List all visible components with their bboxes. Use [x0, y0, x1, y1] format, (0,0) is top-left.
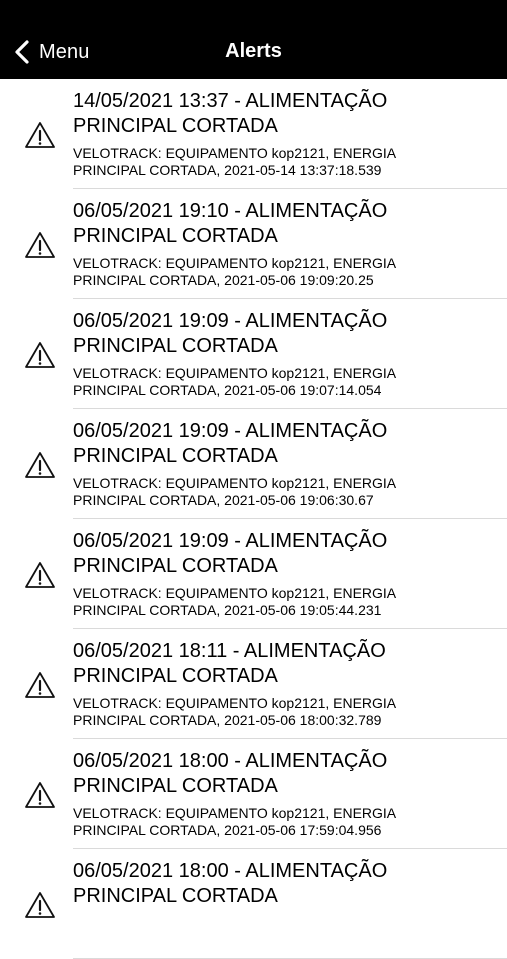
- alert-description-line: VELOTRACK: EQUIPAMENTO kop2121, ENERGIA: [73, 805, 397, 821]
- alert-title-line: 06/05/2021 19:09 - ALIMENTAÇÃO: [73, 420, 388, 442]
- alert-text: 06/05/2021 19:09 - ALIMENTAÇÃO PRINCIPAL…: [73, 419, 491, 509]
- alert-title: 06/05/2021 19:09 - ALIMENTAÇÃO PRINCIPAL…: [73, 309, 491, 359]
- alert-description-line: VELOTRACK: EQUIPAMENTO kop2121, ENERGIA: [73, 695, 397, 711]
- alert-description-line: PRINCIPAL CORTADA, 2021-05-06 17:59:04.9…: [73, 822, 382, 838]
- alert-text: 06/05/2021 18:11 - ALIMENTAÇÃO PRINCIPAL…: [73, 639, 491, 729]
- alert-title: 06/05/2021 18:11 - ALIMENTAÇÃO PRINCIPAL…: [73, 639, 491, 689]
- alert-title-line: PRINCIPAL CORTADA: [73, 885, 278, 907]
- alert-title: 06/05/2021 19:09 - ALIMENTAÇÃO PRINCIPAL…: [73, 419, 491, 469]
- alert-title: 06/05/2021 18:00 - ALIMENTAÇÃO PRINCIPAL…: [73, 749, 491, 799]
- chevron-left-icon: [15, 40, 29, 64]
- alert-description-line: PRINCIPAL CORTADA, 2021-05-14 13:37:18.5…: [73, 162, 382, 178]
- alert-row[interactable]: 06/05/2021 18:11 - ALIMENTAÇÃO PRINCIPAL…: [0, 629, 507, 739]
- alert-row[interactable]: 06/05/2021 18:00 - ALIMENTAÇÃO PRINCIPAL…: [0, 739, 507, 849]
- nav-bar: Menu Alerts: [0, 0, 507, 79]
- alert-title-line: PRINCIPAL CORTADA: [73, 115, 278, 137]
- alert-title: 06/05/2021 18:00 - ALIMENTAÇÃO PRINCIPAL…: [73, 859, 491, 909]
- alert-description-line: PRINCIPAL CORTADA, 2021-05-06 18:00:32.7…: [73, 712, 382, 728]
- alert-title-line: 06/05/2021 18:00 - ALIMENTAÇÃO: [73, 860, 388, 882]
- alert-title: 14/05/2021 13:37 - ALIMENTAÇÃO PRINCIPAL…: [73, 89, 491, 139]
- alert-description: VELOTRACK: EQUIPAMENTO kop2121, ENERGIA …: [73, 475, 491, 509]
- alert-description: VELOTRACK: EQUIPAMENTO kop2121, ENERGIA …: [73, 145, 491, 179]
- alert-title-line: PRINCIPAL CORTADA: [73, 225, 278, 247]
- alert-row[interactable]: 06/05/2021 19:10 - ALIMENTAÇÃO PRINCIPAL…: [0, 189, 507, 299]
- alert-description: VELOTRACK: EQUIPAMENTO kop2121, ENERGIA …: [73, 805, 491, 839]
- warning-triangle-icon: [25, 232, 55, 258]
- alert-row[interactable]: 06/05/2021 19:09 - ALIMENTAÇÃO PRINCIPAL…: [0, 299, 507, 409]
- alert-text: 06/05/2021 19:09 - ALIMENTAÇÃO PRINCIPAL…: [73, 309, 491, 399]
- alert-title: 06/05/2021 19:10 - ALIMENTAÇÃO PRINCIPAL…: [73, 199, 491, 249]
- alert-title-line: 06/05/2021 19:09 - ALIMENTAÇÃO: [73, 310, 388, 332]
- alert-title-line: 14/05/2021 13:37 - ALIMENTAÇÃO: [73, 90, 388, 112]
- alert-title-line: 06/05/2021 18:11 - ALIMENTAÇÃO: [73, 640, 386, 662]
- back-button[interactable]: Menu: [12, 34, 89, 70]
- alert-list: 14/05/2021 13:37 - ALIMENTAÇÃO PRINCIPAL…: [0, 79, 507, 959]
- alert-description-line: VELOTRACK: EQUIPAMENTO kop2121, ENERGIA: [73, 255, 397, 271]
- alert-description-line: PRINCIPAL CORTADA, 2021-05-06 19:07:14.0…: [73, 382, 382, 398]
- alert-description-line: VELOTRACK: EQUIPAMENTO kop2121, ENERGIA: [73, 585, 397, 601]
- alert-description-line: VELOTRACK: EQUIPAMENTO kop2121, ENERGIA: [73, 145, 397, 161]
- alert-text: 06/05/2021 18:00 - ALIMENTAÇÃO PRINCIPAL…: [73, 749, 491, 839]
- alert-text: 06/05/2021 18:00 - ALIMENTAÇÃO PRINCIPAL…: [73, 859, 491, 915]
- alert-description: VELOTRACK: EQUIPAMENTO kop2121, ENERGIA …: [73, 365, 491, 399]
- alert-title: 06/05/2021 19:09 - ALIMENTAÇÃO PRINCIPAL…: [73, 529, 491, 579]
- alert-title-line: 06/05/2021 18:00 - ALIMENTAÇÃO: [73, 750, 388, 772]
- alert-title-line: 06/05/2021 19:10 - ALIMENTAÇÃO: [73, 200, 388, 222]
- alert-description-line: PRINCIPAL CORTADA, 2021-05-06 19:09:20.2…: [73, 272, 374, 288]
- warning-triangle-icon: [25, 782, 55, 808]
- alert-description: VELOTRACK: EQUIPAMENTO kop2121, ENERGIA …: [73, 695, 491, 729]
- alert-text: 06/05/2021 19:10 - ALIMENTAÇÃO PRINCIPAL…: [73, 199, 491, 289]
- alert-title-line: PRINCIPAL CORTADA: [73, 665, 278, 687]
- warning-triangle-icon: [25, 122, 55, 148]
- warning-triangle-icon: [25, 452, 55, 478]
- alert-row[interactable]: 06/05/2021 18:00 - ALIMENTAÇÃO PRINCIPAL…: [0, 849, 507, 959]
- warning-triangle-icon: [25, 562, 55, 588]
- alert-row[interactable]: 06/05/2021 19:09 - ALIMENTAÇÃO PRINCIPAL…: [0, 519, 507, 629]
- alert-title-line: 06/05/2021 19:09 - ALIMENTAÇÃO: [73, 530, 388, 552]
- warning-triangle-icon: [25, 342, 55, 368]
- alert-text: 06/05/2021 19:09 - ALIMENTAÇÃO PRINCIPAL…: [73, 529, 491, 619]
- warning-triangle-icon: [25, 892, 55, 918]
- alert-row[interactable]: 14/05/2021 13:37 - ALIMENTAÇÃO PRINCIPAL…: [0, 79, 507, 189]
- alert-description-line: PRINCIPAL CORTADA, 2021-05-06 19:06:30.6…: [73, 492, 374, 508]
- alert-row[interactable]: 06/05/2021 19:09 - ALIMENTAÇÃO PRINCIPAL…: [0, 409, 507, 519]
- warning-triangle-icon: [25, 672, 55, 698]
- back-button-label: Menu: [39, 40, 90, 63]
- alert-title-line: PRINCIPAL CORTADA: [73, 445, 278, 467]
- alert-description: VELOTRACK: EQUIPAMENTO kop2121, ENERGIA …: [73, 585, 491, 619]
- alert-description: VELOTRACK: EQUIPAMENTO kop2121, ENERGIA …: [73, 255, 491, 289]
- alert-title-line: PRINCIPAL CORTADA: [73, 775, 278, 797]
- alert-description-line: VELOTRACK: EQUIPAMENTO kop2121, ENERGIA: [73, 365, 397, 381]
- alert-description-line: VELOTRACK: EQUIPAMENTO kop2121, ENERGIA: [73, 475, 397, 491]
- alert-title-line: PRINCIPAL CORTADA: [73, 555, 278, 577]
- alert-title-line: PRINCIPAL CORTADA: [73, 335, 278, 357]
- alert-description-line: PRINCIPAL CORTADA, 2021-05-06 19:05:44.2…: [73, 602, 382, 618]
- alert-text: 14/05/2021 13:37 - ALIMENTAÇÃO PRINCIPAL…: [73, 89, 491, 179]
